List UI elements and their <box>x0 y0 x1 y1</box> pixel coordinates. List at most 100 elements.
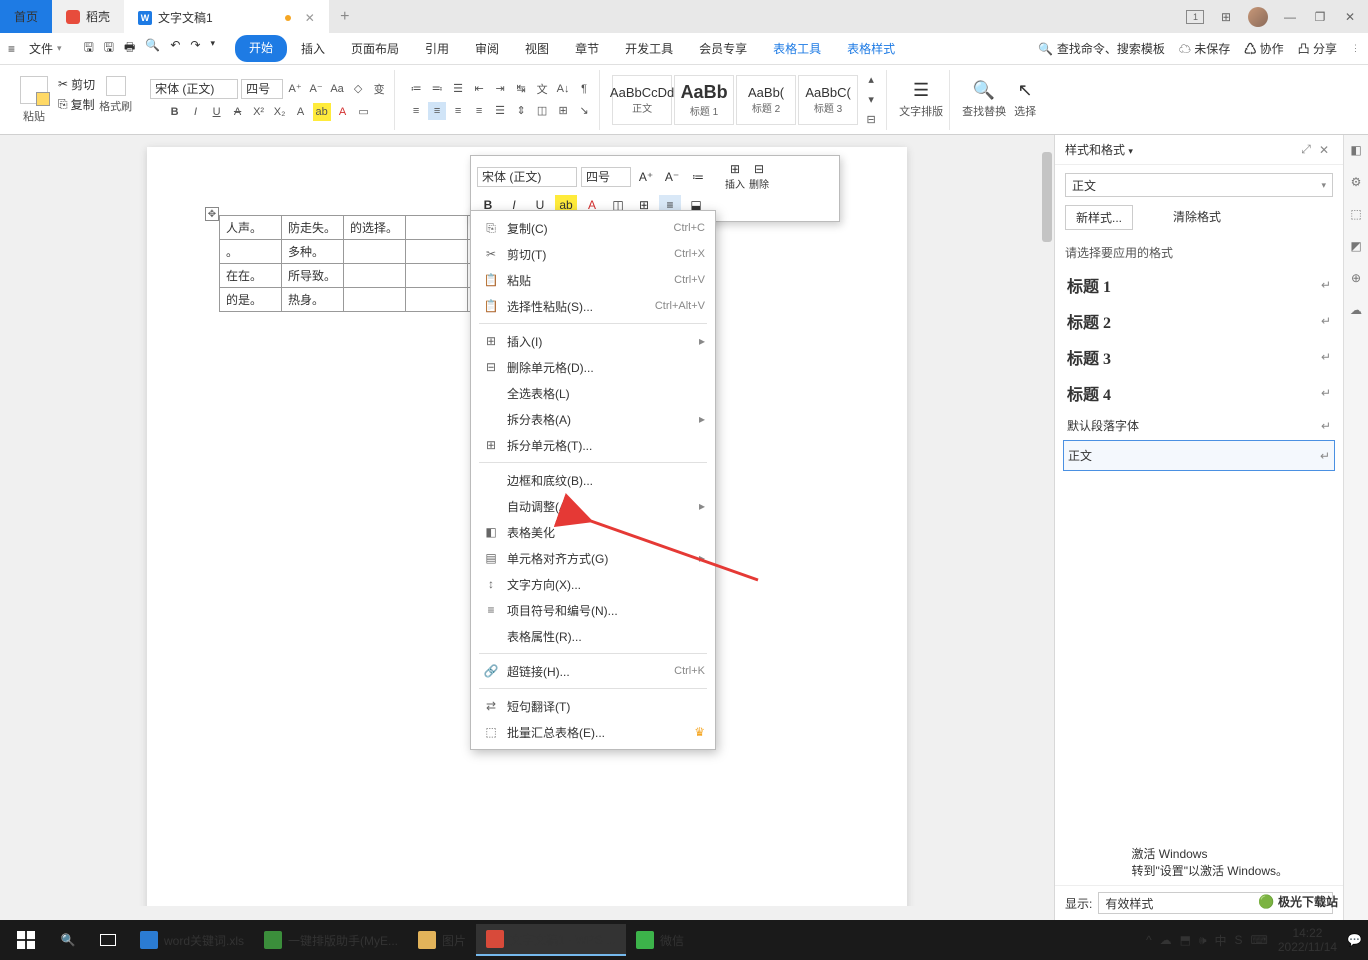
share-button[interactable]: 凸 分享 <box>1298 40 1337 57</box>
indent-inc-icon[interactable]: ⇥ <box>491 80 509 98</box>
font-shrink-icon[interactable]: A⁻ <box>307 80 325 98</box>
paste-button[interactable]: 粘贴 <box>14 76 54 124</box>
menu-table-tool[interactable]: 表格工具 <box>761 35 833 62</box>
find-replace-button[interactable]: 🔍 查找替换 <box>962 80 1006 119</box>
grid-icon[interactable]: ⊞ <box>1218 9 1234 25</box>
ctx-item-1[interactable]: ✂剪切(T)Ctrl+X <box>471 241 715 267</box>
new-style-button[interactable]: 新样式... <box>1065 205 1133 230</box>
menu-layout[interactable]: 页面布局 <box>339 35 411 62</box>
justify-icon[interactable]: ≡ <box>470 102 488 120</box>
style-item-0[interactable]: 标题 1↵ <box>1063 267 1335 303</box>
tab-doke[interactable]: 稻壳 <box>52 0 124 33</box>
qat-dropdown-icon[interactable]: ▾ <box>210 38 215 59</box>
line-spacing-icon[interactable]: ⇕ <box>512 102 530 120</box>
taskbar-app-1[interactable]: 一键排版助手(MyE... <box>254 924 408 956</box>
cell[interactable] <box>406 240 468 264</box>
format-brush-button[interactable]: 格式刷 <box>99 76 132 124</box>
panel-close-icon[interactable]: ✕ <box>1315 143 1333 157</box>
cell[interactable] <box>406 288 468 312</box>
tray-icon-3[interactable]: 🕪 <box>1199 933 1207 948</box>
panel-pin-icon[interactable]: ⤢ <box>1297 142 1315 157</box>
ctx-item-0[interactable]: ⎘复制(C)Ctrl+C <box>471 215 715 241</box>
tray-icon-1[interactable]: ☁ <box>1160 933 1172 947</box>
change-case-icon[interactable]: Aa <box>328 80 346 98</box>
ctx-item-17[interactable]: 表格属性(R)... <box>471 623 715 649</box>
phonetic-icon[interactable]: 变 <box>370 80 388 98</box>
tab-home[interactable]: 首页 <box>0 0 52 33</box>
side-icon-6[interactable]: ☁ <box>1347 303 1365 321</box>
menu-more-icon[interactable]: ⋮ <box>1351 43 1360 54</box>
ctx-item-9[interactable]: ⊞拆分单元格(T)... <box>471 432 715 458</box>
style-item-4[interactable]: 默认段落字体↵ <box>1063 411 1335 440</box>
menu-dev[interactable]: 开发工具 <box>613 35 685 62</box>
menu-vip[interactable]: 会员专享 <box>687 35 759 62</box>
window-restore-icon[interactable]: ❐ <box>1312 9 1328 25</box>
taskbar-clock[interactable]: 14:22 2022/11/14 <box>1278 926 1337 955</box>
taskbar-app-3[interactable]: 文字文稿1 - WPS ... <box>476 924 626 956</box>
gallery-more-icon[interactable]: ⊟ <box>862 111 880 129</box>
font-size-select[interactable]: 四号 <box>241 79 283 99</box>
ctx-item-3[interactable]: 📋选择性粘贴(S)...Ctrl+Alt+V <box>471 293 715 319</box>
side-icon-3[interactable]: ⬚ <box>1347 207 1365 225</box>
ctx-item-6[interactable]: ⊟删除单元格(D)... <box>471 354 715 380</box>
italic-icon[interactable]: I <box>187 103 205 121</box>
ctx-item-2[interactable]: 📋粘贴Ctrl+V <box>471 267 715 293</box>
taskbar-search-icon[interactable]: 🔍 <box>50 924 86 956</box>
vertical-scrollbar[interactable] <box>1040 148 1054 906</box>
style-h1[interactable]: AaBb标题 1 <box>674 75 734 125</box>
cjk-icon[interactable]: 文 <box>533 80 551 98</box>
tray-icon-2[interactable]: ⬒ <box>1180 933 1191 947</box>
qat-save-icon[interactable]: 🖫 <box>84 38 94 59</box>
file-menu[interactable]: 文件▾ <box>21 36 70 61</box>
clear-format-button[interactable]: 清除格式 <box>1163 205 1231 230</box>
font-color-icon[interactable]: A <box>334 103 352 121</box>
mini-delete-button[interactable]: ⊟ 删除 <box>749 162 769 191</box>
unsaved-status[interactable]: ☁ 未保存 <box>1179 40 1230 57</box>
qat-undo-icon[interactable]: ↶ <box>170 38 180 59</box>
qat-preview-icon[interactable]: 🔍 <box>145 38 160 59</box>
align-left-icon[interactable]: ≡ <box>407 102 425 120</box>
multilevel-list-icon[interactable]: ☰ <box>449 80 467 98</box>
menu-insert[interactable]: 插入 <box>289 35 337 62</box>
ctx-item-22[interactable]: ⬚批量汇总表格(E)...♛ <box>471 719 715 745</box>
font-grow-icon[interactable]: A⁺ <box>286 80 304 98</box>
mini-size-select[interactable]: 四号 <box>581 167 631 187</box>
style-h2[interactable]: AaBb(标题 2 <box>736 75 796 125</box>
cell[interactable] <box>344 240 406 264</box>
search-box[interactable]: 🔍 查找命令、搜索模板 <box>1038 40 1165 57</box>
menu-start[interactable]: 开始 <box>235 35 287 62</box>
underline-icon[interactable]: U <box>208 103 226 121</box>
cut-button[interactable]: ✂ 剪切 <box>58 76 95 93</box>
cell[interactable] <box>406 216 468 240</box>
qat-redo-icon[interactable]: ↷ <box>190 38 200 59</box>
cell[interactable]: 的是。 <box>220 288 282 312</box>
cell[interactable]: 所导致。 <box>282 264 344 288</box>
cell[interactable]: 。 <box>220 240 282 264</box>
para-more-icon[interactable]: ↘ <box>575 102 593 120</box>
tab-document[interactable]: W 文字文稿1 ✕ <box>124 0 329 33</box>
select-button[interactable]: ↖ 选择 <box>1014 80 1036 119</box>
superscript-icon[interactable]: X² <box>250 103 268 121</box>
tab-char-icon[interactable]: ↹ <box>512 80 530 98</box>
subscript-icon[interactable]: X₂ <box>271 103 289 121</box>
mini-font-select[interactable]: 宋体 (正文) <box>477 167 577 187</box>
indent-dec-icon[interactable]: ⇤ <box>470 80 488 98</box>
distribute-icon[interactable]: ☰ <box>491 102 509 120</box>
window-close-icon[interactable]: ✕ <box>1342 9 1358 25</box>
clear-format-icon[interactable]: ◇ <box>349 80 367 98</box>
sort-icon[interactable]: A↓ <box>554 80 572 98</box>
shading-icon[interactable]: ◫ <box>533 102 551 120</box>
menu-ref[interactable]: 引用 <box>413 35 461 62</box>
ctx-item-15[interactable]: ↕文字方向(X)... <box>471 571 715 597</box>
menu-review[interactable]: 审阅 <box>463 35 511 62</box>
mini-grow-icon[interactable]: A⁺ <box>635 167 657 187</box>
current-style-select[interactable]: 正文 ▾ <box>1065 173 1333 197</box>
number-list-icon[interactable]: ≕ <box>428 80 446 98</box>
scrollbar-thumb[interactable] <box>1042 152 1052 242</box>
ctx-item-12[interactable]: 自动调整(A)▸ <box>471 493 715 519</box>
window-minimize-icon[interactable]: — <box>1282 9 1298 25</box>
cell[interactable] <box>344 288 406 312</box>
style-normal[interactable]: AaBbCcDd正文 <box>612 75 672 125</box>
align-center-icon[interactable]: ≡ <box>428 102 446 120</box>
qat-print-icon[interactable]: 🖶 <box>124 38 135 59</box>
